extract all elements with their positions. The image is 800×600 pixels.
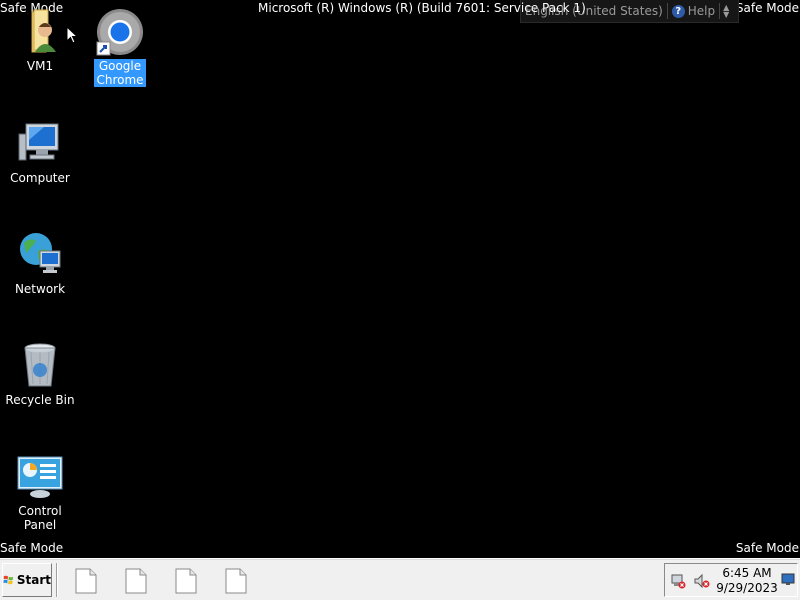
desktop-icon-label: Control Panel bbox=[18, 504, 62, 532]
taskbar: Start 6:45 AM 9/29/2023 bbox=[0, 558, 800, 600]
language-bar-options-button[interactable]: ▲ ▼ bbox=[720, 4, 732, 19]
safe-mode-label-bottom-left: Safe Mode bbox=[0, 541, 64, 555]
safe-mode-label-top-right: Safe Mode bbox=[735, 1, 799, 15]
start-label: Start bbox=[16, 573, 51, 587]
mouse-cursor-icon bbox=[66, 26, 78, 44]
help-button[interactable]: ? Help bbox=[668, 0, 719, 22]
volume-muted-icon[interactable] bbox=[694, 573, 710, 589]
clock[interactable]: 6:45 AM 9/29/2023 bbox=[716, 566, 778, 596]
desktop-icon-label: Computer bbox=[10, 171, 70, 185]
document-icon bbox=[175, 568, 197, 594]
desktop-icon-network[interactable]: Network bbox=[0, 231, 80, 296]
computer-icon bbox=[16, 120, 64, 168]
desktop-icon-label: Network bbox=[14, 282, 66, 296]
document-icon bbox=[75, 568, 97, 594]
windows-build-text: Microsoft (R) Windows (R) (Build 7601: S… bbox=[258, 1, 586, 15]
desktop-icon-recycle-bin[interactable]: Recycle Bin bbox=[0, 342, 80, 407]
taskbar-item[interactable] bbox=[123, 568, 149, 594]
desktop-icon-label: VM1 bbox=[26, 59, 54, 73]
system-tray: 6:45 AM 9/29/2023 bbox=[664, 563, 798, 597]
desktop-icon-control-panel[interactable]: Control Panel bbox=[0, 453, 80, 532]
clock-time: 6:45 AM bbox=[722, 566, 772, 580]
taskbar-item[interactable] bbox=[223, 568, 249, 594]
desktop-icon-label: Google Chrome bbox=[94, 59, 146, 87]
desktop-icon-label-line: Google bbox=[98, 59, 142, 73]
document-icon bbox=[125, 568, 147, 594]
desktop-icon-label-line: Chrome bbox=[96, 73, 144, 87]
clock-date: 9/29/2023 bbox=[716, 581, 778, 595]
chrome-icon bbox=[96, 8, 144, 56]
chevron-down-icon: ▼ bbox=[723, 10, 730, 19]
help-icon: ? bbox=[671, 4, 685, 18]
control-panel-icon bbox=[16, 453, 64, 501]
recycle-bin-icon bbox=[16, 342, 64, 390]
desktop[interactable]: Safe Mode Safe Mode Safe Mode Safe Mode … bbox=[0, 0, 800, 600]
taskbar-item[interactable] bbox=[173, 568, 199, 594]
show-desktop-icon[interactable] bbox=[781, 572, 795, 586]
safe-mode-label-bottom-right: Safe Mode bbox=[735, 541, 799, 555]
desktop-icon-google-chrome[interactable]: Google Chrome bbox=[80, 8, 160, 87]
start-button[interactable]: Start bbox=[2, 563, 52, 597]
user-folder-icon bbox=[16, 8, 64, 56]
document-icon bbox=[225, 568, 247, 594]
windows-logo-icon bbox=[3, 575, 14, 585]
network-icon bbox=[16, 231, 64, 279]
help-label: Help bbox=[687, 4, 716, 18]
taskbar-divider bbox=[56, 563, 58, 597]
taskbar-item[interactable] bbox=[73, 568, 99, 594]
network-disconnected-icon[interactable] bbox=[670, 573, 686, 589]
desktop-icon-label: Recycle Bin bbox=[5, 393, 75, 407]
desktop-icon-computer[interactable]: Computer bbox=[0, 120, 80, 185]
